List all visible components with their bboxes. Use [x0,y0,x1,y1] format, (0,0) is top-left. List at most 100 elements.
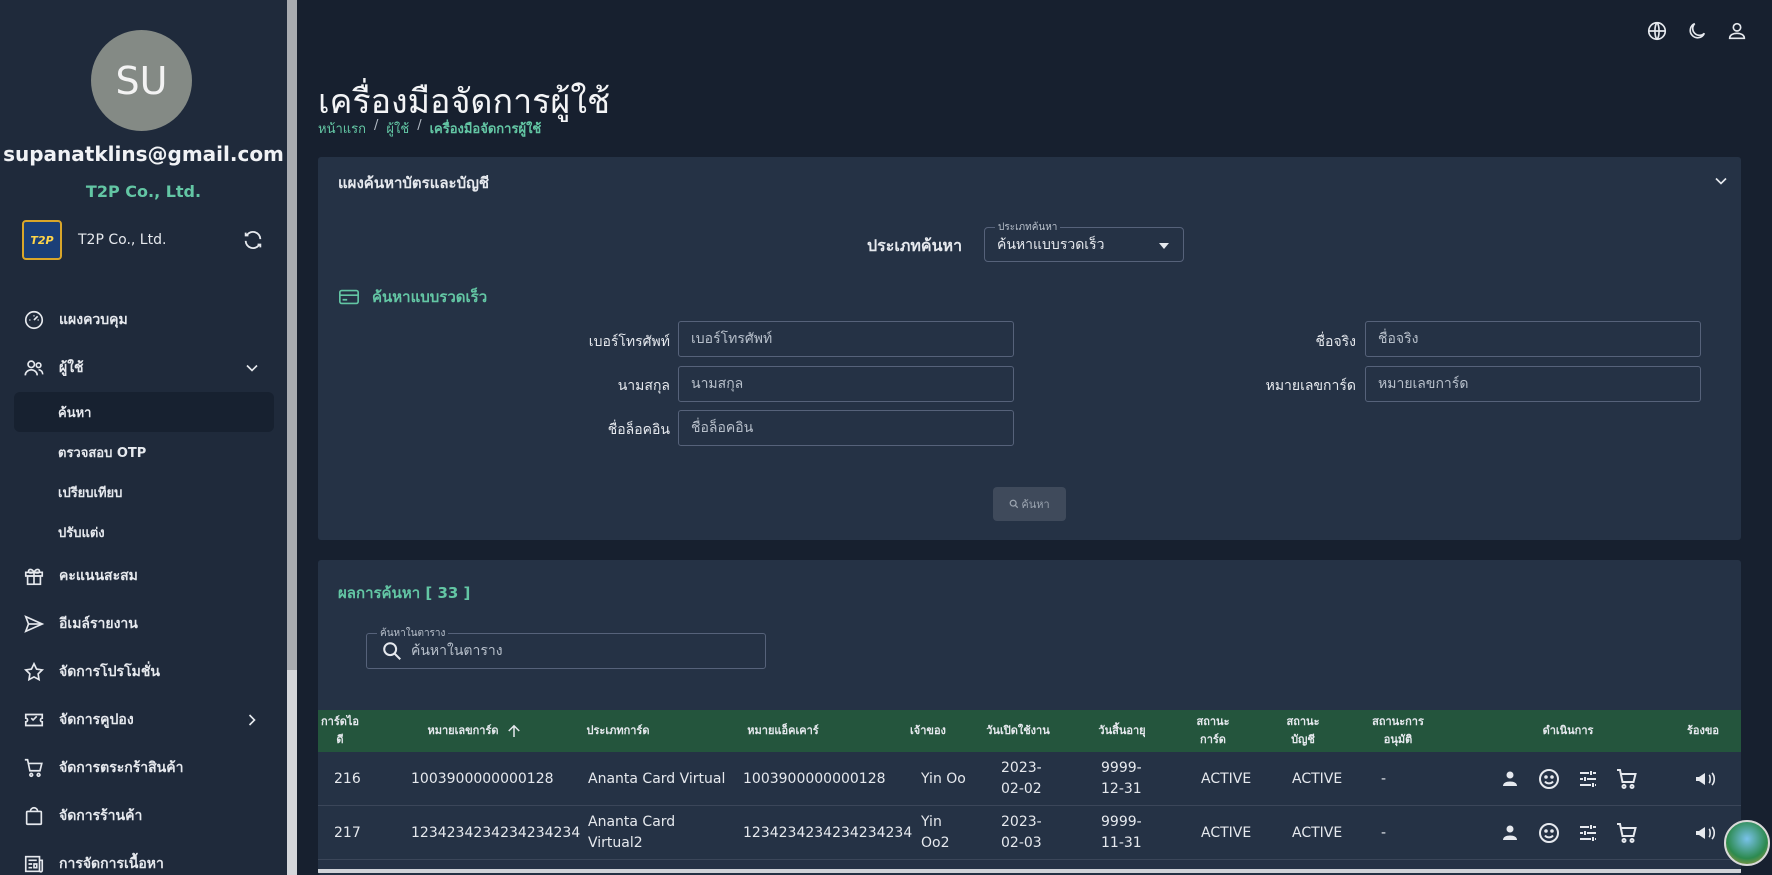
users-icon [24,360,44,376]
sidebar-item-content[interactable]: การจัดการเนื้อหา [14,840,274,875]
sidebar-item-compare[interactable]: เปรียบเทียบ [14,472,274,512]
megaphone-icon[interactable] [1693,767,1717,791]
cell-account-status: ACTIVE [1292,824,1343,841]
sidebar-item-cart[interactable]: จัดการตระกร้าสินค้า [14,744,274,792]
sidebar-item-shops[interactable]: จัดการร้านค้า [14,792,274,840]
cell-account-number: 1234234234234234234 [743,824,913,841]
lastname-label: นามสกุล [617,378,670,394]
sidebar-scrollbar-thumb[interactable] [287,0,297,670]
breadcrumb-users[interactable]: ผู้ใช้ [386,118,409,139]
cell-card-id: 217 [334,824,361,841]
breadcrumb-separator: / [374,118,379,133]
cardnumber-input[interactable]: หมายเลขการ์ด [1365,366,1701,402]
sidebar-nav: แผงควบคุม ผู้ใช้ ค้นหา ตรวจสอบ OTP เปรีย… [14,296,274,875]
breadcrumb-current: เครื่องมือจัดการผู้ใช้ [429,122,542,137]
cell-approval-status: - [1381,770,1387,787]
sidebar-item-coupons[interactable]: จัดการคูปอง [14,696,274,744]
cell-open-date: 2023-02-02 [1001,760,1042,797]
shop-bag-icon [25,806,43,826]
refresh-icon[interactable] [242,229,264,251]
dropdown-caret-icon [1159,243,1169,249]
phone-input[interactable]: เบอร์โทรศัพท์ [678,321,1014,357]
search-type-value: ค้นหาแบบรวดเร็ว [997,237,1105,253]
col-account-number[interactable]: หมายแอ็คเคาร์ [728,710,838,752]
sidebar-item-users[interactable]: ผู้ใช้ [14,344,274,392]
sidebar-item-label: แผงควบคุม [59,312,128,328]
sidebar-item-dashboard[interactable]: แผงควบคุม [14,296,274,344]
sidebar-item-label: จัดการตระกร้าสินค้า [59,760,184,776]
search-type-label: ประเภทค้นหา [867,236,963,255]
arrow-up-icon [507,724,520,737]
cart-icon[interactable] [1615,767,1639,791]
tune-icon[interactable] [1576,821,1600,845]
dashboard-icon [24,310,44,330]
col-card-type[interactable]: ประเภทการ์ด [568,710,668,752]
globe-icon[interactable] [1646,20,1668,42]
col-card-id[interactable]: การ์ดไอดี [318,710,362,752]
breadcrumb-separator: / [417,118,422,133]
col-approval-status[interactable]: สถานะการอนุมัติ [1368,710,1428,752]
sidebar-item-email-report[interactable]: อีเมล์รายงาน [14,600,274,648]
cell-expiry: 9999-12-31 [1101,760,1142,797]
cell-card-status: ACTIVE [1201,770,1252,787]
credit-card-icon [339,289,359,305]
user-email: supanatklins@gmail.com [3,142,284,166]
breadcrumb-home[interactable]: หน้าแรก [318,118,366,139]
login-label: ชื่อล็อคอิน [607,422,670,438]
cell-open-date: 2023-02-03 [1001,814,1042,851]
megaphone-icon[interactable] [1693,821,1717,845]
table-horizontal-scrollbar[interactable] [318,869,1741,873]
col-owner[interactable]: เจ้าของ [903,710,953,752]
search-panel-title[interactable]: แผงค้นหาบัตรและบัญชี [338,171,489,195]
cell-account-status: ACTIVE [1292,770,1343,787]
smiley-icon[interactable] [1537,821,1561,845]
sidebar-item-label: อีเมล์รายงาน [59,616,138,632]
moon-icon[interactable] [1686,20,1708,42]
org-switcher[interactable]: T2P T2P Co., Ltd. [22,220,264,260]
login-input[interactable]: ชื่อล็อคอิน [678,410,1014,446]
tune-icon[interactable] [1576,767,1600,791]
firstname-input[interactable]: ชื่อจริง [1365,321,1701,357]
results-title: ผลการค้นหา [ 33 ] [338,584,471,602]
sidebar-item-customize[interactable]: ปรับแต่ง [14,512,274,552]
search-button[interactable]: ค้นหา [993,487,1066,521]
user-account-icon[interactable] [1726,20,1748,42]
search-icon [1009,499,1019,509]
table-row[interactable]: 217 1234234234234234234 Ananta Card Virt… [318,806,1741,860]
news-icon [24,855,44,873]
search-type-select[interactable]: ประเภทค้นหา ค้นหาแบบรวดเร็ว [984,220,1184,262]
firstname-label: ชื่อจริง [1315,334,1356,350]
col-card-number[interactable]: หมายเลขการ์ด [410,710,540,752]
col-card-status[interactable]: สถานะการ์ด [1193,710,1233,752]
col-open-date[interactable]: วันเปิดใช้งาน [983,710,1053,752]
sidebar-item-promotions[interactable]: จัดการโปรโมชั่น [14,648,274,696]
sidebar-item-search[interactable]: ค้นหา [14,392,274,432]
cart-icon [24,758,43,778]
user-company: T2P Co., Ltd. [85,182,202,201]
cell-card-number: 1234234234234234234 [411,824,581,841]
table-search-input[interactable]: ค้นหาในตาราง ค้นหาในตาราง [366,626,766,669]
cart-icon[interactable] [1615,821,1639,845]
lastname-input[interactable]: นามสกุล [678,366,1014,402]
star-icon [23,661,45,682]
person-icon[interactable] [1498,821,1522,845]
col-request: ร้องขอ [1686,724,1719,738]
search-button-label: ค้นหา [1021,498,1050,511]
search-type-floating-label: ประเภทค้นหา [995,220,1061,235]
chevron-right-icon [248,714,256,726]
row-actions [1498,752,1639,806]
smiley-icon[interactable] [1537,767,1561,791]
floating-assistant-button[interactable] [1724,820,1770,866]
col-expiry[interactable]: วันสิ้นอายุ [1092,710,1152,752]
col-card-number-label: หมายเลขการ์ด [427,724,499,738]
sidebar-item-otp[interactable]: ตรวจสอบ OTP [14,432,274,472]
quick-search-heading: ค้นหาแบบรวดเร็ว [338,285,487,309]
col-account-status[interactable]: สถานะบัญชี [1283,710,1323,752]
chevron-down-icon[interactable] [1711,171,1731,191]
cell-owner: Yin Oo [921,770,966,787]
sidebar-item-points[interactable]: คะแนนสะสม [14,552,274,600]
person-icon[interactable] [1498,767,1522,791]
table-row[interactable]: 216 1003900000000128 Ananta Card Virtual… [318,752,1741,806]
cardnumber-label: หมายเลขการ์ด [1265,378,1356,394]
avatar[interactable]: SU [91,30,192,131]
